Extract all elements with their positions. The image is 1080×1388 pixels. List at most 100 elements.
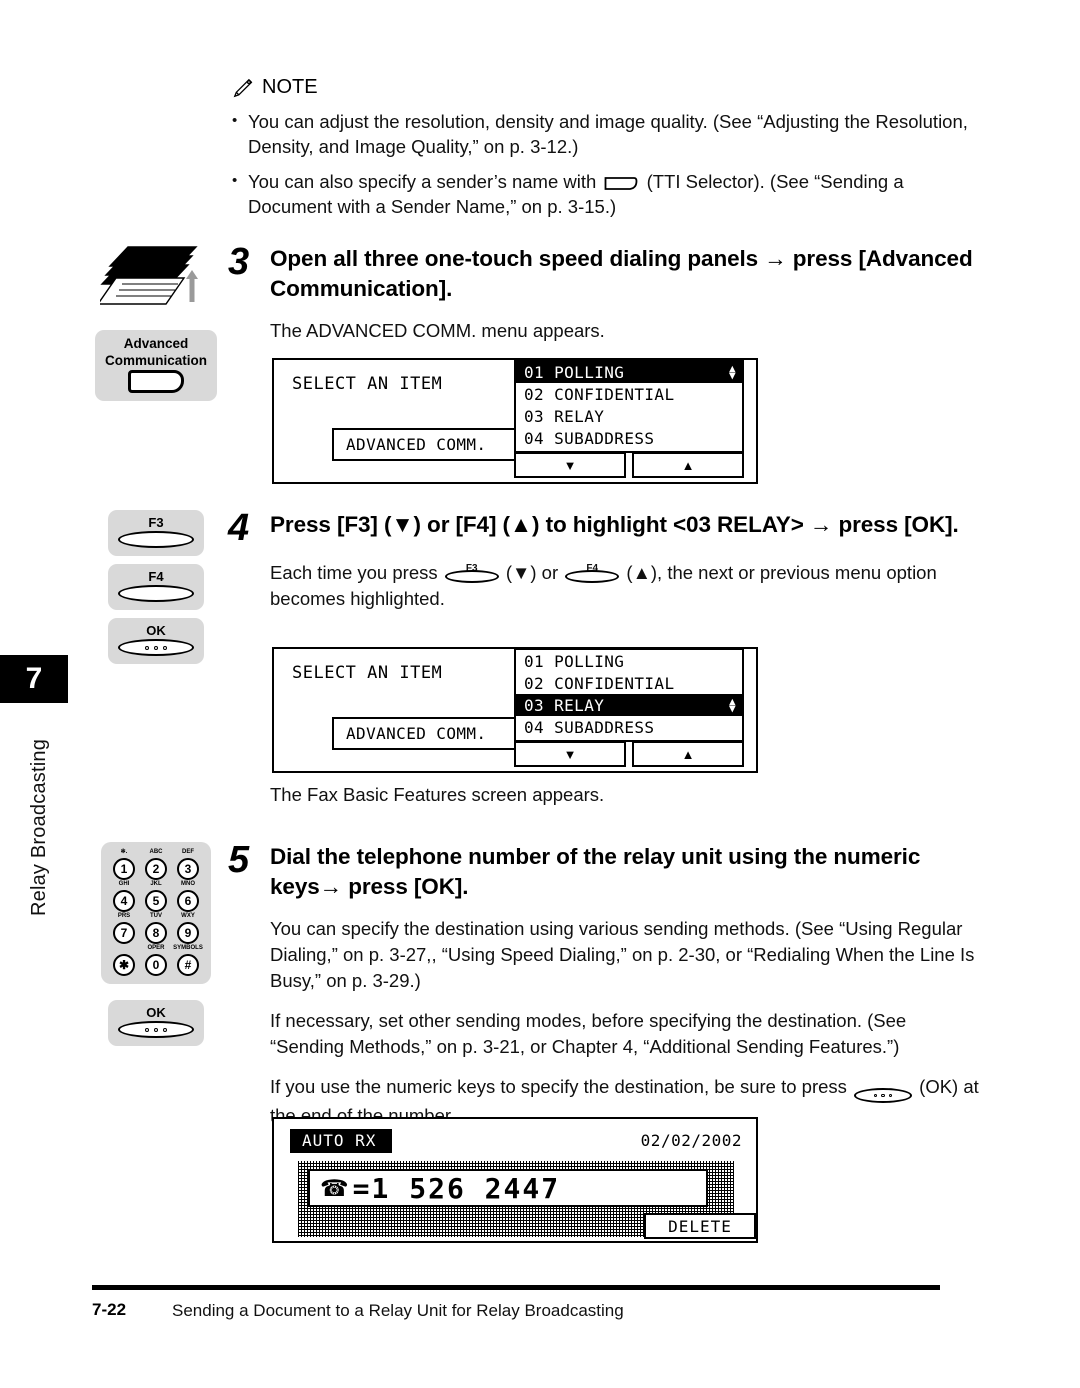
ok-key-step5-label: OK [146, 1005, 166, 1020]
step-3-heading: 3 Open all three one-touch speed dialing… [228, 241, 980, 304]
f4-key[interactable]: F4 [108, 564, 204, 610]
advanced-communication-key[interactable]: Advanced Communication [94, 330, 217, 401]
f3-key[interactable]: F3 [108, 510, 204, 556]
lcd2-item-02-confidential[interactable]: 02 CONFIDENTIAL [516, 672, 742, 694]
step-4-para-b: (▼) or [500, 562, 564, 583]
step-4-title: Press [F3] (▼) or [F4] (▲) to highlight … [270, 512, 959, 537]
step-4-para: Each time you press F3 (▼) or F4 (▲), th… [270, 560, 980, 612]
lcd2-title: SELECT AN ITEM [292, 663, 443, 683]
f3-button-icon [118, 531, 194, 548]
step-5-para-1: You can specify the destination using va… [270, 918, 975, 991]
keypad-key-9[interactable]: WXY 9 [173, 913, 203, 944]
lcd2-advanced-comm-field: ADVANCED COMM. [332, 717, 532, 750]
pencil-icon [232, 77, 254, 99]
lcd2-item-01-label: 01 POLLING [524, 651, 625, 671]
ok-dot-2 [154, 645, 158, 650]
lcd2-item-04-label: 04 SUBADDRESS [524, 717, 655, 737]
lcd2-item-03-label: 03 RELAY [524, 695, 605, 715]
step-3-number: 3 [228, 241, 250, 283]
fax-delete-button[interactable]: DELETE [644, 1213, 756, 1239]
lcd1-item-03-relay[interactable]: 03 RELAY [516, 405, 742, 427]
telephone-icon: ☎ [320, 1174, 349, 1201]
ok-key[interactable]: OK [108, 618, 204, 664]
lcd2-item-02-label: 02 CONFIDENTIAL [524, 673, 675, 693]
advanced-communication-key-line2: Communication [104, 353, 207, 368]
lcd2-item-04-subaddress[interactable]: 04 SUBADDRESS [516, 716, 742, 738]
lcd2-button-row: ▼ ▲ [514, 741, 744, 767]
advanced-communication-key-line1: Advanced [123, 336, 189, 351]
step-5-icons: ✻. 1 ABC 2 DEF 3 GHI 4 JKL 5 MNO 6 PRS 7 TUV 8 W… [92, 842, 220, 1046]
one-touch-panels-icon [96, 244, 212, 322]
keypad-key-8-digit: 8 [145, 922, 167, 944]
lcd1-scroll-down-button[interactable]: ▼ [514, 452, 626, 478]
keypad-key-9-letters: WXY [181, 913, 195, 919]
keypad-key-0[interactable]: OPER 0 [141, 945, 171, 976]
lcd2-item-list[interactable]: 01 POLLING 02 CONFIDENTIAL 03 RELAY ▲ ▼ 0… [514, 648, 744, 742]
numeric-keypad-icon[interactable]: ✻. 1 ABC 2 DEF 3 GHI 4 JKL 5 MNO 6 PRS 7 TUV 8 W… [101, 842, 211, 984]
note-heading-text: NOTE [262, 76, 318, 98]
keypad-key-7-letters: PRS [117, 913, 131, 919]
inline-ok-dot-3 [888, 1093, 893, 1097]
keypad-key-1-letters: ✻. [120, 849, 128, 855]
lcd1-scroll-up-button[interactable]: ▲ [632, 452, 744, 478]
keypad-key-4-digit: 4 [113, 890, 135, 912]
keypad-key-2[interactable]: ABC 2 [141, 849, 171, 880]
keypad-key-9-digit: 9 [177, 922, 199, 944]
ok-key-label: OK [146, 623, 166, 638]
step-4-icons: F3 F4 OK [92, 510, 220, 664]
keypad-key-6-letters: MNO [181, 881, 195, 887]
lcd1-title: SELECT AN ITEM [292, 374, 443, 394]
chapter-label: Relay Broadcasting [28, 738, 50, 916]
lcd-screen-fax-standby: AUTO RX 02/02/2002 ☎ =1 526 2447 DELETE [272, 1117, 758, 1243]
step-5-para-2: If necessary, set other sending modes, b… [270, 1010, 907, 1057]
keypad-key-1[interactable]: ✻. 1 [109, 849, 139, 880]
lcd2-scroll-down-button[interactable]: ▼ [514, 741, 626, 767]
keypad-key-8[interactable]: TUV 8 [141, 913, 171, 944]
lcd1-item-02-label: 02 CONFIDENTIAL [524, 384, 675, 404]
step-3-icons: Advanced Communication [92, 244, 220, 401]
lcd1-item-01-label: 01 POLLING [524, 362, 625, 382]
lcd2-scroll-up-button[interactable]: ▲ [632, 741, 744, 767]
lcd1-item-03-label: 03 RELAY [524, 406, 605, 426]
keypad-key-2-digit: 2 [145, 858, 167, 880]
lcd2-item-01-polling[interactable]: 01 POLLING [516, 650, 742, 672]
note-item-2: You can also specify a sender’s name wit… [232, 168, 992, 219]
lcd1-item-02-confidential[interactable]: 02 CONFIDENTIAL [516, 383, 742, 405]
scroll-arrows-icon: ▲ ▼ [728, 362, 736, 382]
f4-key-label: F4 [148, 569, 164, 584]
keypad-key-5[interactable]: JKL 5 [141, 881, 171, 912]
step-5-title: Dial the telephone number of the relay u… [270, 844, 921, 899]
note-list: You can adjust the resolution, density a… [232, 108, 992, 219]
ok-key-step5[interactable]: OK [108, 1000, 204, 1046]
note-item-2-text-a: You can also specify a sender’s name wit… [248, 171, 602, 192]
inline-ok-key-icon [854, 1087, 913, 1103]
inline-ok-dot-2 [881, 1093, 885, 1097]
lcd2-item-03-relay[interactable]: 03 RELAY ▲ ▼ [516, 694, 742, 716]
f4-button-icon [118, 585, 194, 602]
keypad-key-7[interactable]: PRS 7 [109, 913, 139, 944]
keypad-key-7-digit: 7 [113, 922, 135, 944]
inline-ok-dot-1 [873, 1093, 878, 1097]
step-3-body: 3 Open all three one-touch speed dialing… [228, 241, 980, 344]
scroll-arrows-icon: ▲ ▼ [728, 695, 736, 715]
keypad-key-6[interactable]: MNO 6 [173, 881, 203, 912]
keypad-key-hash[interactable]: SYMBOLS # [173, 945, 203, 976]
keypad-key-5-letters: JKL [150, 881, 162, 887]
lcd1-item-04-subaddress[interactable]: 04 SUBADDRESS [516, 427, 742, 449]
step-5-number: 5 [228, 839, 250, 881]
lcd1-item-list[interactable]: 01 POLLING ▲ ▼ 02 CONFIDENTIAL 03 RELAY 0… [514, 359, 744, 453]
keypad-key-8-letters: TUV [150, 913, 162, 919]
note-item-1: You can adjust the resolution, density a… [232, 108, 992, 159]
fax-number-value: =1 526 2447 [352, 1171, 561, 1205]
chapter-number: 7 [25, 662, 43, 695]
fax-number-field[interactable]: ☎ =1 526 2447 [308, 1169, 708, 1207]
ok-dot-3 [163, 645, 167, 650]
lcd1-advanced-comm-field: ADVANCED COMM. [332, 428, 532, 461]
keypad-key-4[interactable]: GHI 4 [109, 881, 139, 912]
step-3-title: Open all three one-touch speed dialing p… [270, 246, 973, 301]
keypad-key-star-digit: ✱ [113, 954, 135, 976]
ok-button-icon-step5 [118, 1021, 194, 1038]
lcd1-item-01-polling[interactable]: 01 POLLING ▲ ▼ [516, 361, 742, 383]
keypad-key-star[interactable]: ✱ [109, 945, 139, 976]
keypad-key-3[interactable]: DEF 3 [173, 849, 203, 880]
